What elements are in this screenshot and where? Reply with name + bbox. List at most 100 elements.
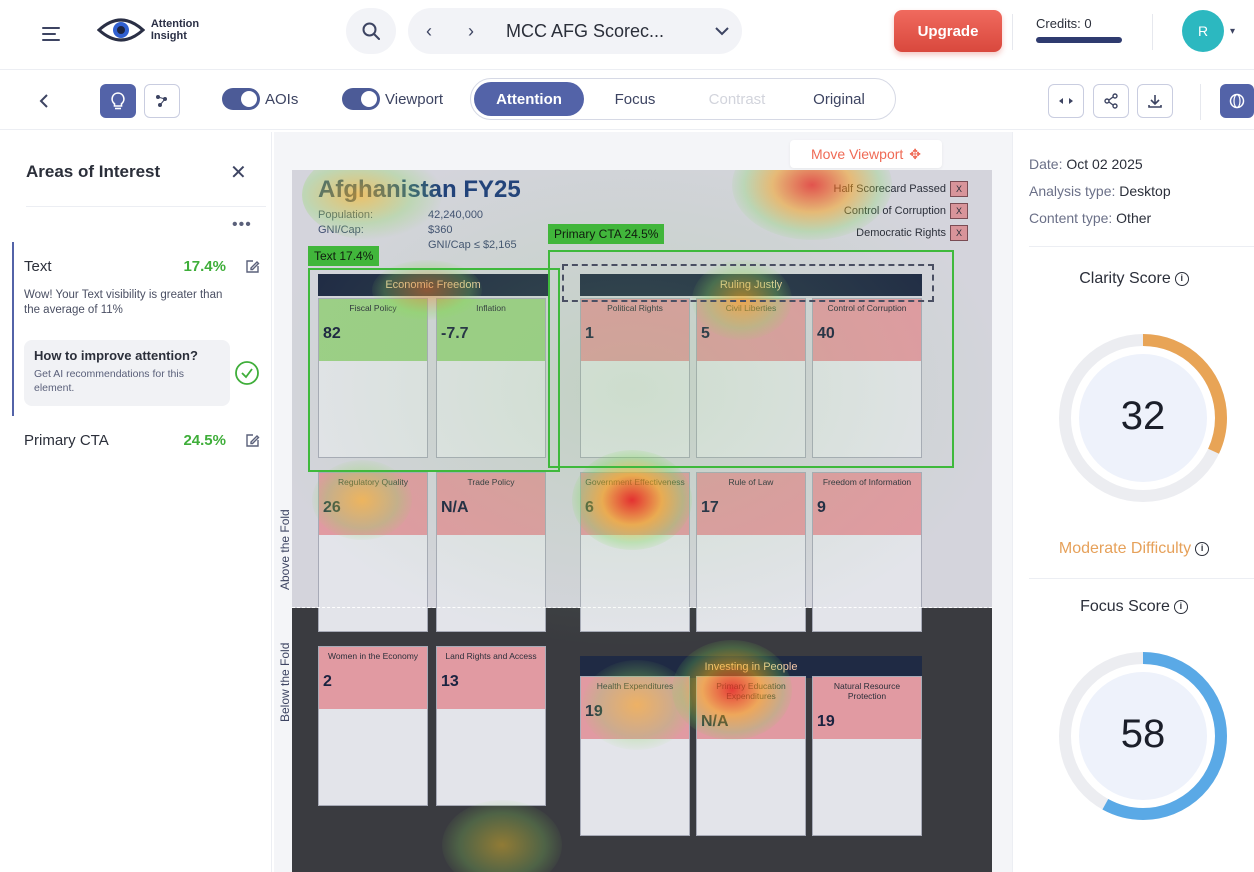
search-button[interactable] bbox=[346, 8, 396, 54]
aoi-tag-primary-cta[interactable]: Primary CTA 24.5% bbox=[548, 224, 665, 244]
aoi-description: Wow! Your Text visibility is greater tha… bbox=[24, 289, 223, 316]
edit-icon[interactable] bbox=[244, 259, 260, 275]
aois-switch[interactable] bbox=[222, 88, 260, 110]
analysis-type-line: Analysis type: Desktop bbox=[1029, 183, 1171, 199]
move-viewport-button[interactable]: Move Viewport ✥ bbox=[790, 140, 942, 168]
card-header: Health Expenditures 19 bbox=[581, 677, 689, 739]
viewport-selection[interactable] bbox=[562, 264, 934, 302]
above-fold-label: Above the Fold bbox=[278, 509, 292, 590]
card-value: 6 bbox=[585, 499, 594, 516]
aois-toggle-label: AOIs bbox=[265, 90, 299, 108]
scorecard-card: Regulatory Quality 26 bbox=[318, 472, 428, 632]
info-icon[interactable]: i bbox=[1195, 542, 1210, 556]
next-project-button[interactable]: › bbox=[450, 21, 492, 42]
divider bbox=[1029, 246, 1254, 247]
search-icon bbox=[362, 22, 380, 40]
viewport-toggle[interactable]: Viewport bbox=[342, 88, 443, 110]
move-icon: ✥ bbox=[909, 145, 922, 162]
aoi-item-text[interactable]: Text 17.4% bbox=[24, 258, 260, 275]
credits-label: Credits: 0 bbox=[1036, 16, 1092, 31]
card-plot bbox=[437, 535, 545, 631]
download-button[interactable] bbox=[1137, 84, 1173, 118]
tab-attention[interactable]: Attention bbox=[474, 82, 584, 116]
card-title: Natural Resource Protection bbox=[833, 681, 901, 701]
card-title: Women in the Economy bbox=[327, 651, 419, 661]
scorecard-card: Government Effectiveness 6 bbox=[580, 472, 690, 632]
compare-button[interactable] bbox=[1048, 84, 1084, 118]
project-dropdown-toggle[interactable] bbox=[702, 26, 742, 36]
prev-project-button[interactable]: ‹ bbox=[408, 21, 450, 42]
globe-button[interactable] bbox=[1220, 84, 1254, 118]
card-header: Freedom of Information 9 bbox=[813, 473, 921, 535]
upgrade-button[interactable]: Upgrade bbox=[894, 10, 1002, 52]
more-options-icon[interactable]: ••• bbox=[232, 216, 252, 234]
clarity-score-value: 32 bbox=[1120, 394, 1166, 438]
avatar-caret-icon[interactable]: ▾ bbox=[1230, 26, 1235, 37]
viewport-switch[interactable] bbox=[342, 88, 380, 110]
card-value: 13 bbox=[441, 673, 459, 690]
aoi-panel-title: Areas of Interest bbox=[26, 162, 161, 181]
scatter-view-button[interactable] bbox=[144, 84, 180, 118]
scatter-icon bbox=[156, 95, 167, 107]
card-header: Primary Education Expenditures N/A bbox=[697, 677, 805, 739]
improve-text: Get AI recommendations for this element. bbox=[34, 368, 184, 394]
insights-button[interactable] bbox=[100, 84, 136, 118]
scorecard-card: Rule of Law 17 bbox=[696, 472, 806, 632]
doc-meta-left: Population: GNI/Cap: bbox=[318, 209, 374, 236]
divider bbox=[1152, 14, 1153, 50]
info-icon[interactable]: i bbox=[1173, 600, 1188, 614]
divider bbox=[26, 206, 266, 207]
aoi-box-text[interactable] bbox=[308, 268, 560, 472]
below-fold-label: Below the Fold bbox=[278, 642, 292, 722]
close-icon[interactable]: ✕ bbox=[230, 160, 247, 185]
focus-score-value: 58 bbox=[1120, 712, 1166, 756]
divider bbox=[1012, 14, 1013, 50]
share-button[interactable] bbox=[1093, 84, 1129, 118]
card-title: Government Effectiveness bbox=[585, 477, 685, 487]
card-value: 2 bbox=[323, 673, 332, 690]
card-plot bbox=[813, 739, 921, 835]
logo-text: Attention Insight bbox=[150, 18, 200, 42]
heatmap-canvas[interactable]: Move Viewport ✥ Above the Fold Below the… bbox=[274, 132, 1012, 872]
back-button[interactable] bbox=[26, 84, 62, 118]
info-icon[interactable]: i bbox=[1174, 272, 1189, 286]
card-value: N/A bbox=[441, 499, 469, 516]
user-avatar[interactable]: R bbox=[1182, 10, 1224, 52]
view-mode-tabs: Attention Focus Contrast Original bbox=[470, 78, 896, 120]
divider bbox=[1200, 84, 1201, 120]
edit-icon[interactable] bbox=[244, 433, 260, 449]
card-plot bbox=[581, 739, 689, 835]
scorecard-card: Women in the Economy 2 bbox=[318, 646, 428, 806]
scorecard-card: Natural Resource Protection 19 bbox=[812, 676, 922, 836]
analyzed-image[interactable]: Afghanistan FY25 Population: GNI/Cap: 42,… bbox=[292, 170, 992, 872]
chevron-down-icon bbox=[715, 26, 729, 35]
card-title: Freedom of Information bbox=[822, 477, 912, 487]
share-icon bbox=[1104, 93, 1118, 109]
improve-attention-card[interactable]: How to improve attention? Get AI recomme… bbox=[24, 340, 230, 406]
move-viewport-label: Move Viewport bbox=[810, 146, 904, 162]
credits-indicator[interactable]: Credits: 0 bbox=[1036, 16, 1126, 43]
card-title: Rule of Law bbox=[728, 477, 774, 487]
analysis-panel: Date: Oct 02 2025 Analysis type: Desktop… bbox=[1012, 132, 1254, 872]
card-title: Primary Education Expenditures bbox=[716, 681, 786, 701]
date-line: Date: Oct 02 2025 bbox=[1029, 156, 1143, 172]
card-value: 19 bbox=[817, 713, 835, 730]
check-circle-icon[interactable] bbox=[234, 360, 260, 391]
aoi-item-primary-cta[interactable]: Primary CTA 24.5% bbox=[24, 432, 260, 449]
tab-focus[interactable]: Focus bbox=[584, 82, 686, 116]
project-selector[interactable]: ‹ › MCC AFG Scorec... bbox=[408, 8, 742, 54]
clarity-score-title: Clarity Score i bbox=[1013, 270, 1254, 288]
tab-original[interactable]: Original bbox=[788, 82, 890, 116]
aoi-tag-text[interactable]: Text 17.4% bbox=[308, 246, 380, 266]
project-title[interactable]: MCC AFG Scorec... bbox=[506, 21, 702, 42]
card-title: Trade Policy bbox=[467, 477, 515, 487]
card-header: Rule of Law 17 bbox=[697, 473, 805, 535]
hamburger-menu-icon[interactable] bbox=[38, 20, 66, 48]
app-logo[interactable]: Attention Insight bbox=[88, 10, 208, 50]
aois-toggle[interactable]: AOIs bbox=[222, 88, 298, 110]
aoi-percent: 24.5% bbox=[183, 432, 226, 449]
card-title: Health Expenditures bbox=[596, 681, 674, 691]
doc-title: Afghanistan FY25 bbox=[318, 176, 521, 203]
scorecard-card: Trade Policy N/A bbox=[436, 472, 546, 632]
scorecard-card: Land Rights and Access 13 bbox=[436, 646, 546, 806]
